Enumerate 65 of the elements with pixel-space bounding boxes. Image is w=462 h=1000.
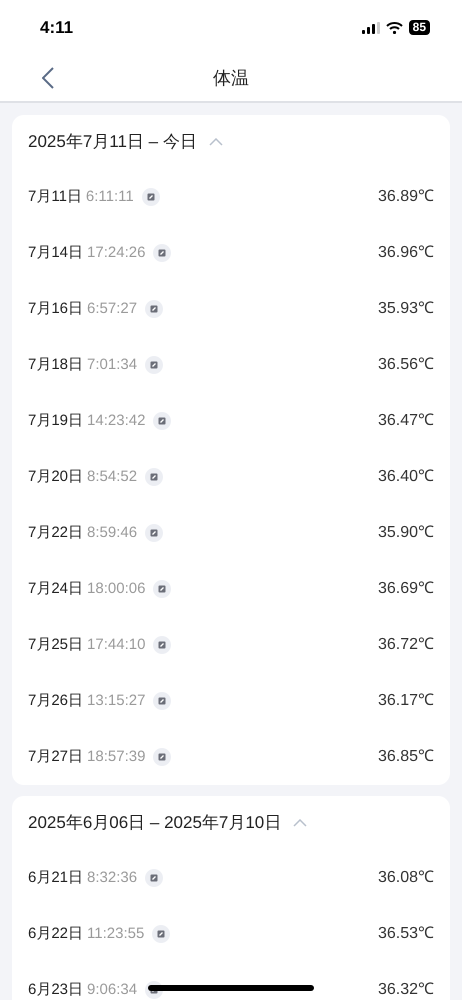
battery-indicator: 85 xyxy=(408,20,430,35)
edit-icon xyxy=(153,636,172,654)
edit-icon xyxy=(152,925,170,943)
temperature-value: 36.17℃ xyxy=(378,691,434,711)
wifi-icon xyxy=(386,22,403,34)
record-time: 18:57:39 xyxy=(87,746,146,767)
edit-icon xyxy=(142,188,160,206)
temperature-value: 36.89℃ xyxy=(378,187,434,207)
temperature-value: 35.90℃ xyxy=(378,523,434,543)
temperature-value: 35.93℃ xyxy=(378,299,434,319)
record-time: 13:15:27 xyxy=(87,690,146,711)
chevron-up-icon[interactable] xyxy=(293,819,308,827)
record-date: 7月19日 xyxy=(28,410,84,431)
temperature-value: 36.47℃ xyxy=(378,411,434,431)
record-time: 7:01:34 xyxy=(87,354,138,375)
section-title: 2025年7月11日 – 今日 xyxy=(28,131,197,154)
temperature-value: 36.72℃ xyxy=(378,635,434,655)
record-date: 7月20日 xyxy=(28,466,84,487)
edit-icon xyxy=(153,412,172,430)
status-time: 4:11 xyxy=(40,16,74,39)
record-time: 6:57:27 xyxy=(87,298,138,319)
record-time: 8:32:36 xyxy=(87,868,138,888)
edit-icon xyxy=(145,468,164,486)
record-date: 7月27日 xyxy=(28,746,84,767)
temperature-value: 36.85℃ xyxy=(378,747,434,767)
temperature-value: 36.32℃ xyxy=(378,980,434,1000)
record-time: 17:24:26 xyxy=(87,242,146,263)
edit-icon xyxy=(145,356,164,374)
edit-icon xyxy=(153,580,172,598)
record-date: 7月26日 xyxy=(28,690,84,711)
record-date: 7月24日 xyxy=(28,578,84,599)
record-date: 6月23日 xyxy=(28,980,84,1000)
temperature-value: 36.53℃ xyxy=(378,924,434,944)
temperature-value: 36.40℃ xyxy=(378,467,434,487)
edit-icon xyxy=(145,524,164,542)
record-time: 8:59:46 xyxy=(87,522,138,543)
temperature-value: 36.69℃ xyxy=(378,579,434,599)
temperature-value: 36.08℃ xyxy=(378,868,434,888)
record-time: 8:54:52 xyxy=(87,466,138,487)
temperature-value: 36.96℃ xyxy=(378,243,434,263)
record-date: 6月21日 xyxy=(28,868,84,888)
edit-icon xyxy=(145,300,164,318)
record-date: 7月18日 xyxy=(28,354,84,375)
record-time: 9:06:34 xyxy=(87,980,138,1000)
record-date: 7月16日 xyxy=(28,298,84,319)
edit-icon xyxy=(145,869,164,887)
record-time: 6:11:11 xyxy=(86,186,134,207)
edit-icon xyxy=(153,244,172,262)
record-time: 17:44:10 xyxy=(87,634,146,655)
record-date: 6月22日 xyxy=(28,924,84,944)
back-icon[interactable] xyxy=(42,67,54,89)
chevron-up-icon[interactable] xyxy=(208,138,223,146)
record-date: 7月25日 xyxy=(28,634,84,655)
edit-icon xyxy=(153,692,172,710)
temperature-value: 36.56℃ xyxy=(378,355,434,375)
record-date: 7月22日 xyxy=(28,522,84,543)
signal-icon xyxy=(362,22,380,34)
record-time: 18:00:06 xyxy=(87,578,146,599)
record-date: 7月14日 xyxy=(28,242,84,263)
record-date: 7月11日 xyxy=(28,186,82,207)
record-time: 11:23:55 xyxy=(87,924,144,944)
page-title: 体温 xyxy=(213,66,249,90)
record-time: 14:23:42 xyxy=(87,410,146,431)
edit-icon xyxy=(153,748,172,766)
section-title: 2025年6月06日 – 2025年7月10日 xyxy=(28,812,282,834)
